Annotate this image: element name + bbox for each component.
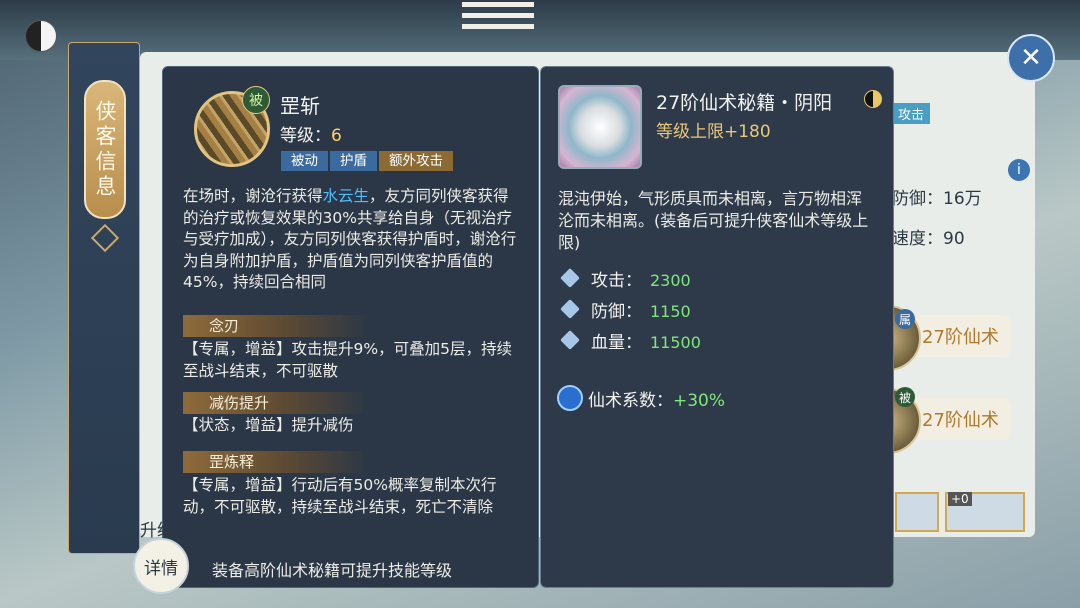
stat-label: 防御： bbox=[591, 302, 642, 322]
stat-value: 1150 bbox=[650, 302, 691, 321]
skill-level-value: 6 bbox=[331, 126, 342, 146]
effect-text: 【专属，增益】行动后有50%概率复制本次行动，不可驱散，持续至战斗结束，死亡不清… bbox=[183, 476, 497, 516]
effect-title: 念刃 bbox=[183, 315, 369, 337]
coef-value: +30% bbox=[673, 391, 726, 411]
effect-text: 【状态，增益】提升减伤 bbox=[183, 416, 354, 434]
skill-name: 罡斩 bbox=[280, 94, 320, 118]
stat-label: 攻击： bbox=[591, 271, 642, 291]
bg-spell-label: 27阶仙术 bbox=[922, 327, 999, 348]
spell-coef-icon bbox=[557, 385, 583, 411]
yinyang-emblem-icon bbox=[25, 20, 57, 52]
spell-coefficient: 仙术系数：+30% bbox=[588, 386, 725, 411]
manual-book-icon bbox=[558, 85, 642, 169]
bg-attack-tag: 攻击 bbox=[892, 103, 931, 124]
manual-level-limit: 等级上限+180 bbox=[656, 122, 771, 142]
skill-description: 在场时，谢沧行获得水云生，友方同列侠客获得的治疗或恢复效果的30%共享给自身（无… bbox=[183, 186, 523, 294]
stat-label: 血量： bbox=[591, 333, 642, 353]
background-top bbox=[0, 0, 1080, 60]
manual-title: 27阶仙术秘籍・阴阳 bbox=[656, 92, 833, 114]
desc-text: 在场时，谢沧行获得 bbox=[183, 187, 323, 205]
close-button[interactable]: ✕ bbox=[1007, 34, 1055, 82]
effect-title: 减伤提升 bbox=[183, 392, 369, 414]
manual-description: 混沌伊始，气形质具而未相离，言万物相浑沦而未相离。(装备后可提升侠客仙术等级上限… bbox=[558, 189, 869, 252]
stat-value: 2300 bbox=[650, 271, 691, 290]
stat-value: 11500 bbox=[650, 333, 701, 352]
bg-item-slot-2[interactable] bbox=[895, 492, 939, 532]
hero-info-tab[interactable]: 侠客信息 bbox=[84, 80, 126, 219]
skill-footer: 装备高阶仙术秘籍可提升技能等级 bbox=[212, 561, 453, 580]
bg-spell-label: 27阶仙术 bbox=[922, 410, 999, 431]
stat-hp: 血量： 11500 bbox=[591, 328, 701, 353]
top-hamburger-icon bbox=[462, 0, 534, 30]
skill-level: 等级：6 bbox=[280, 121, 342, 146]
skill-tag: 被动 bbox=[281, 151, 328, 171]
yinyang-icon bbox=[864, 90, 882, 108]
desc-highlight: 水云生 bbox=[322, 187, 370, 205]
bg-defense-stat: 防御：16万 bbox=[892, 189, 982, 209]
passive-badge: 被 bbox=[242, 86, 270, 114]
skill-tag: 护盾 bbox=[330, 151, 377, 171]
info-icon[interactable]: i bbox=[1008, 159, 1030, 181]
skill-tags: 被动 护盾 额外攻击 bbox=[281, 150, 455, 171]
bg-spell-badge-2: 被 bbox=[895, 387, 915, 407]
effect-title: 罡炼释 bbox=[183, 451, 369, 473]
stat-attack: 攻击： 2300 bbox=[591, 266, 691, 291]
stat-defense: 防御： 1150 bbox=[591, 297, 691, 322]
detail-button[interactable]: 详情 bbox=[133, 538, 189, 594]
bg-speed-stat: 速度：90 bbox=[892, 229, 965, 249]
skill-tag: 额外攻击 bbox=[379, 151, 453, 171]
bg-item-slot-plus: +0 bbox=[948, 492, 972, 506]
bg-spell-badge-1: 属 bbox=[895, 309, 915, 329]
skill-level-label: 等级： bbox=[280, 126, 331, 146]
effect-text: 【专属，增益】攻击提升9%，可叠加5层，持续至战斗结束，不可驱散 bbox=[183, 340, 512, 380]
coef-label: 仙术系数： bbox=[588, 391, 673, 411]
